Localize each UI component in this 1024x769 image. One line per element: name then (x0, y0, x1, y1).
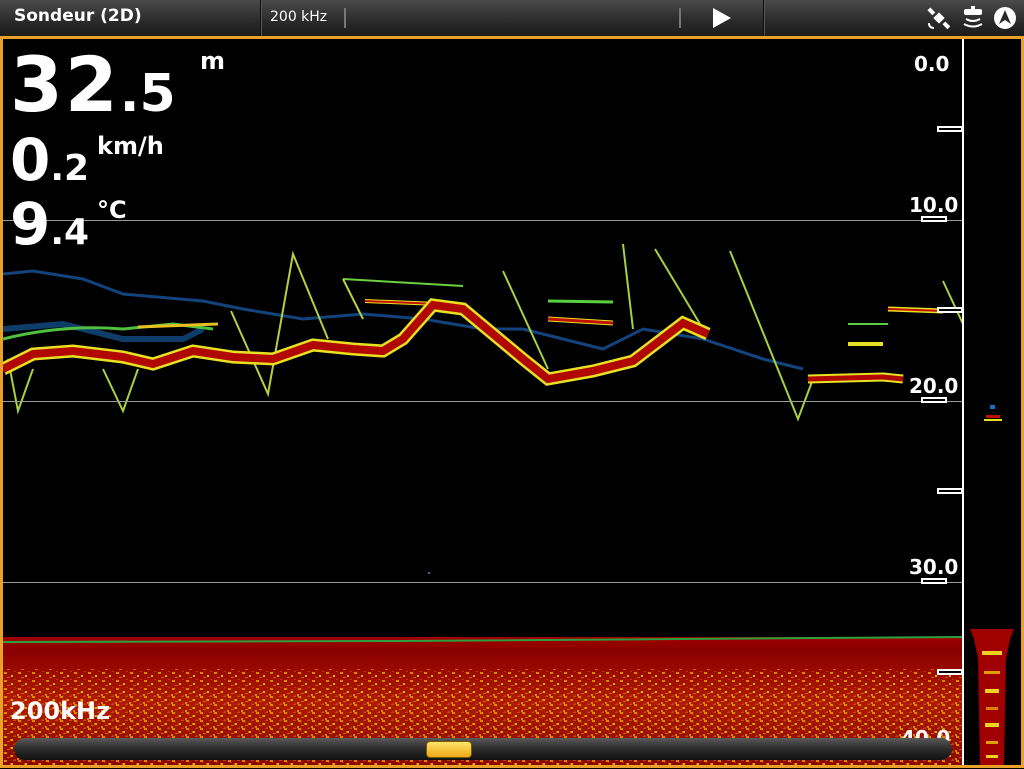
frequency-overlay-label: 200kHz (10, 697, 111, 725)
depth-gridline-20 (3, 401, 963, 402)
status-segment (764, 0, 1024, 36)
frequency-slider-start (344, 8, 346, 28)
depth-scale-tick (921, 216, 947, 222)
top-bar: Sondeur (2D) 200 kHz (0, 0, 1024, 36)
depth-value-decimal: .5 (119, 64, 176, 124)
frequency-label: 200 kHz (270, 9, 328, 25)
temperature-value-decimal: .4 (50, 212, 90, 253)
a-scope-display (970, 405, 1014, 765)
frequency-segment[interactable]: 200 kHz (261, 0, 764, 36)
view-title: Sondeur (2D) (14, 6, 142, 26)
speed-value-decimal: .2 (50, 148, 90, 189)
depth-readout: 32.5 (10, 40, 176, 129)
navigation-arrow-icon (994, 7, 1016, 29)
depth-scale-tick (937, 488, 963, 494)
depth-unit: m (200, 47, 226, 75)
title-segment[interactable]: Sondeur (2D) (0, 0, 261, 36)
depth-scale-tick (937, 307, 963, 313)
depth-value-integer: 32 (10, 40, 120, 129)
history-scrollbar[interactable] (14, 738, 952, 760)
a-scope-panel (962, 39, 1021, 765)
speed-readout: 0.2 (10, 126, 89, 194)
speed-value-integer: 0 (10, 126, 51, 194)
temperature-value-integer: 9 (10, 190, 51, 258)
depth-scale-label-10: 10.0 (909, 193, 959, 217)
depth-scale-label-0: 0.0 (914, 52, 950, 76)
history-scrollbar-thumb[interactable] (426, 741, 472, 758)
sonar-transducer-icon (963, 6, 983, 28)
speed-unit: km/h (97, 132, 164, 160)
frequency-slider-end (679, 8, 681, 28)
depth-scale-tick (937, 669, 963, 675)
gps-satellite-icon (927, 7, 951, 30)
depth-scale-label-20: 20.0 (909, 374, 959, 398)
play-icon[interactable] (713, 8, 731, 28)
depth-gridline-30 (3, 582, 963, 583)
depth-scale-label-30: 30.0 (909, 555, 959, 579)
depth-scale-tick (921, 578, 947, 584)
depth-scale-tick (937, 126, 963, 132)
depth-gridline-10 (3, 220, 963, 221)
temperature-unit: °C (97, 196, 127, 224)
temperature-readout: 9.4 (10, 190, 89, 258)
depth-scale-tick (921, 397, 947, 403)
